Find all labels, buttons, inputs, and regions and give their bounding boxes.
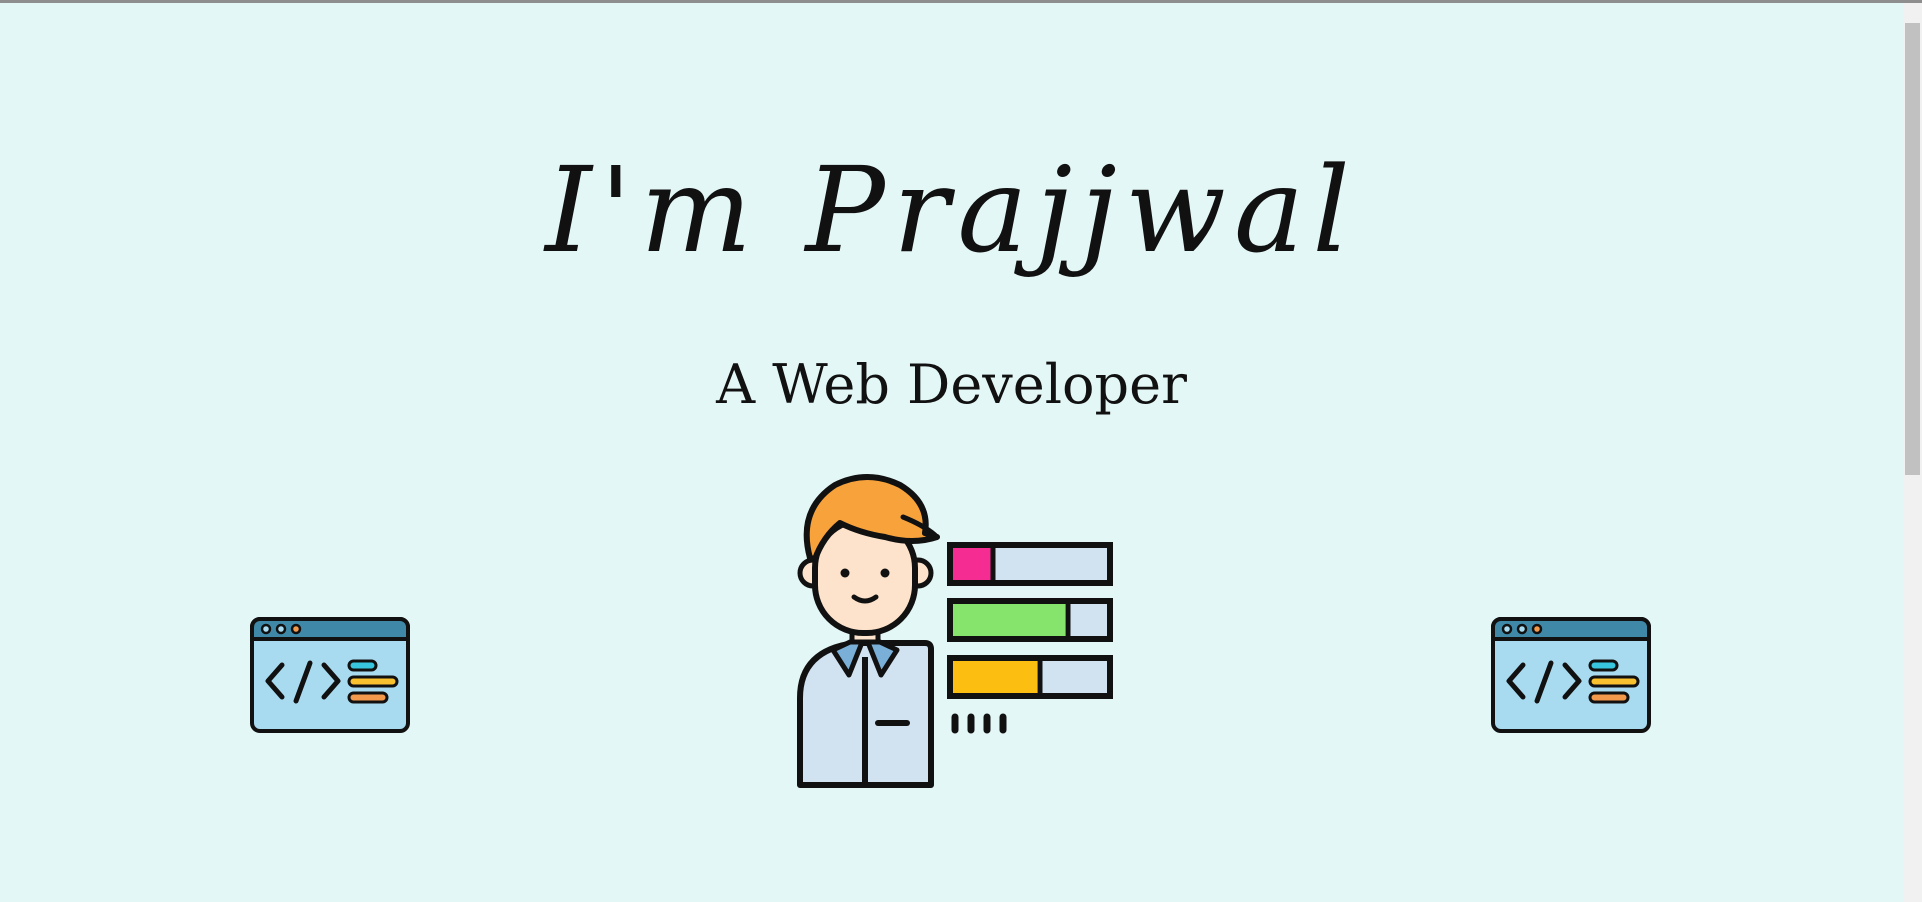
scrollbar-thumb[interactable] bbox=[1905, 23, 1920, 475]
hero-section: I'm Prajjwal A Web Developer bbox=[0, 0, 1903, 902]
web-developer-illustration bbox=[797, 474, 1113, 788]
vertical-scrollbar[interactable] bbox=[1903, 3, 1922, 902]
page-title: I'm Prajjwal bbox=[545, 141, 1358, 279]
page-subtitle: A Web Developer bbox=[716, 353, 1187, 416]
code-window-icon bbox=[250, 617, 410, 733]
code-window-icon bbox=[1491, 617, 1651, 733]
